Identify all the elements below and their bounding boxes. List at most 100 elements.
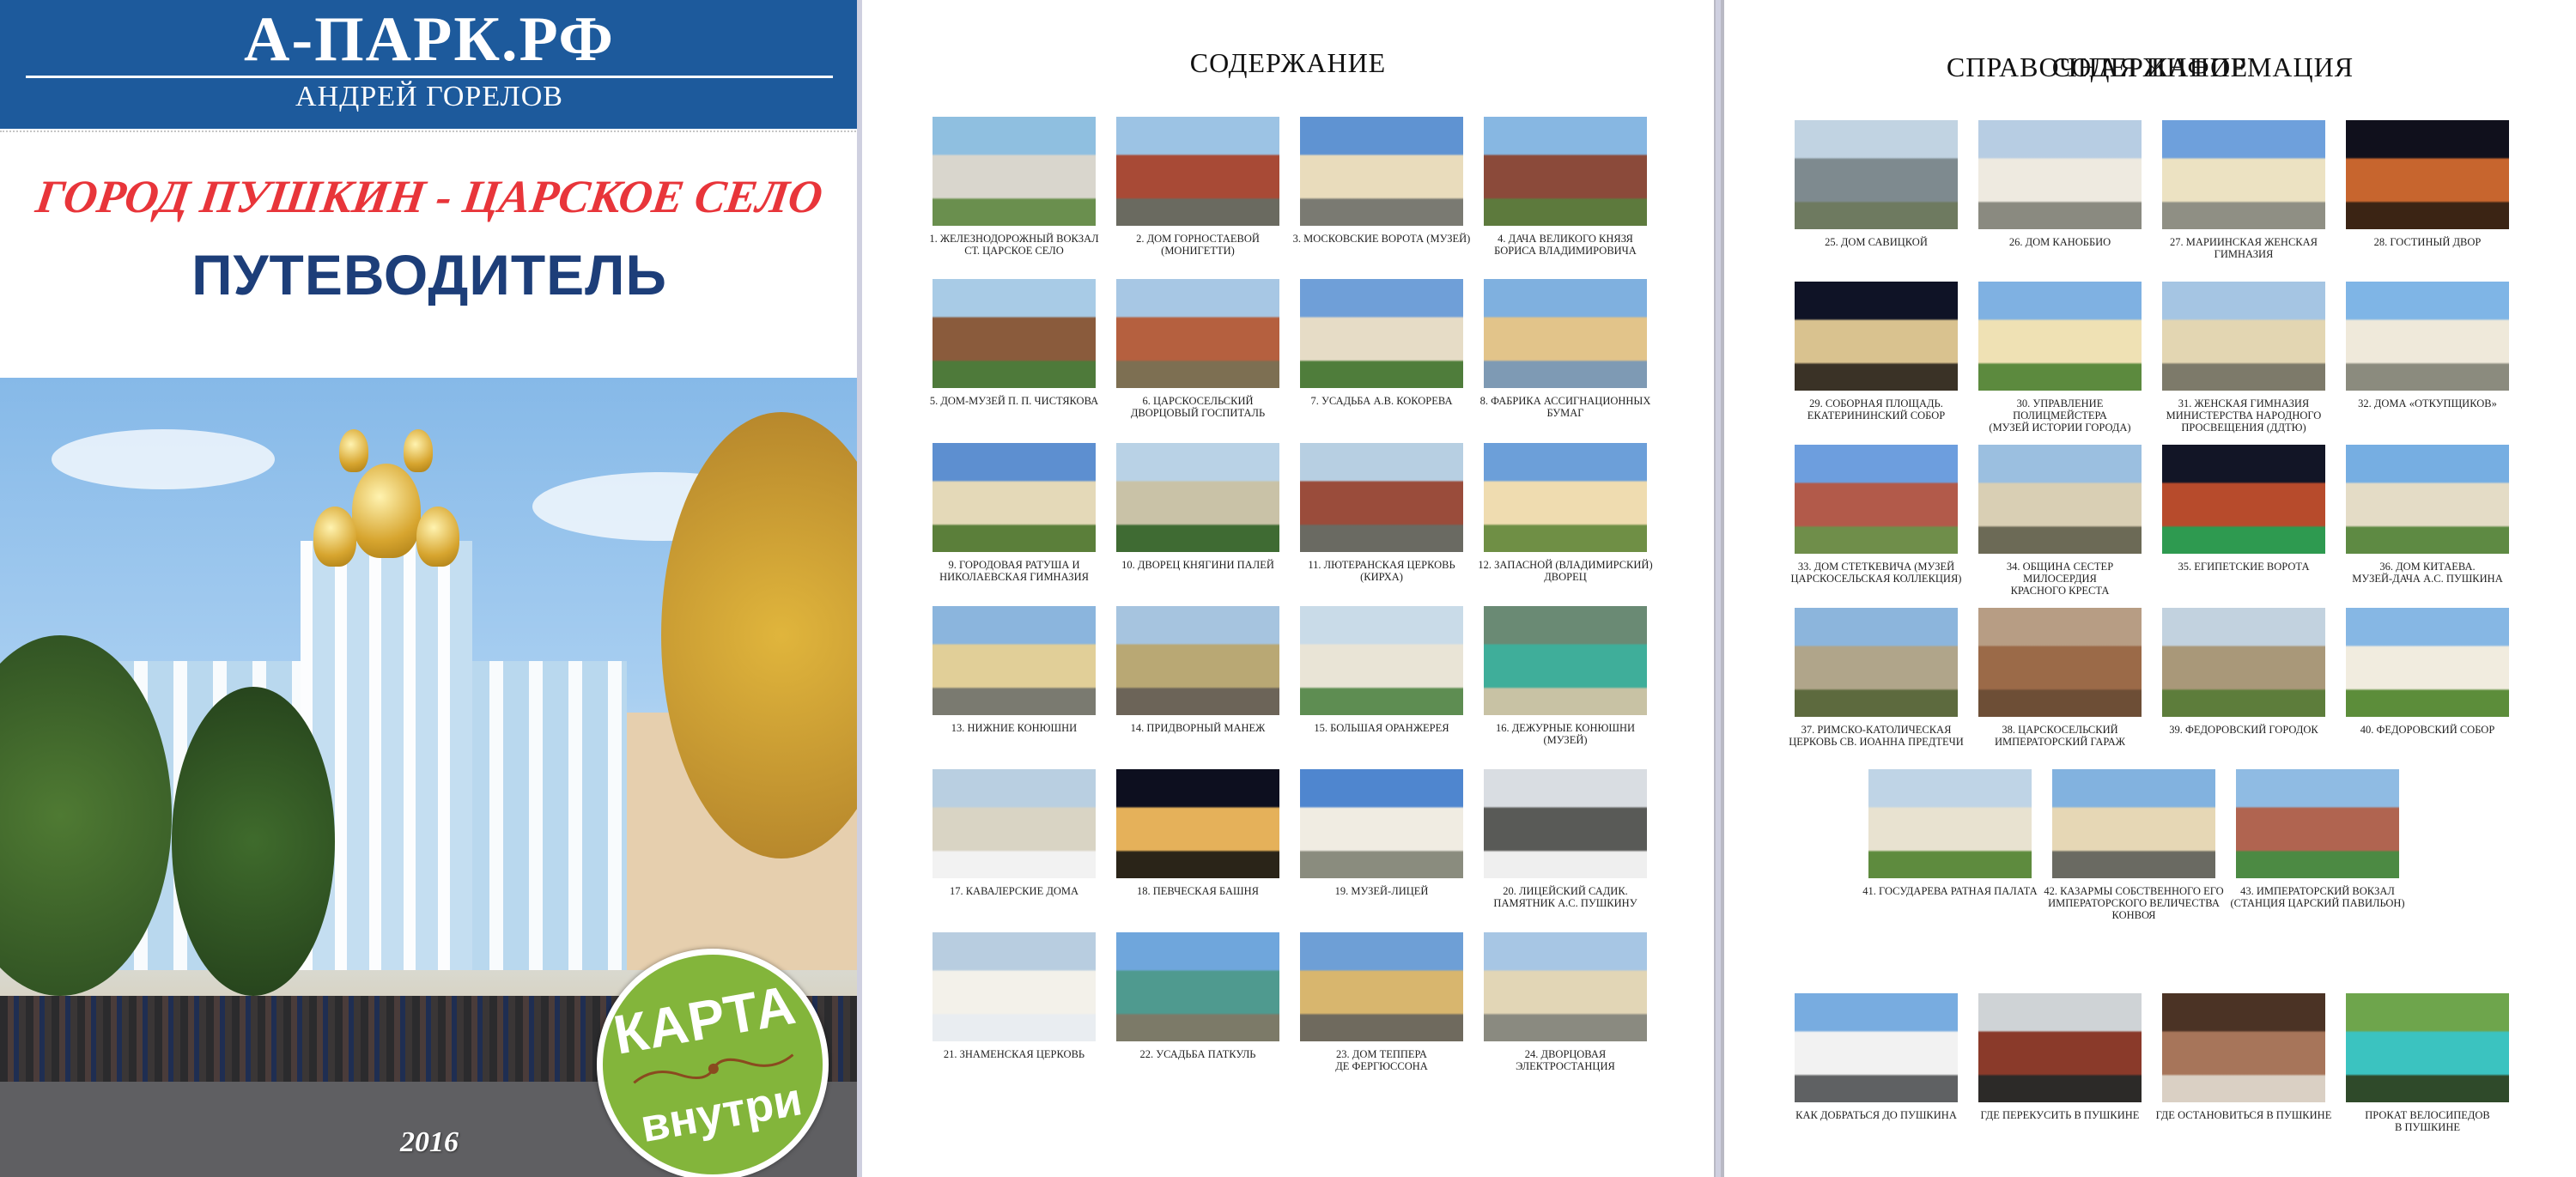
contents-item-caption[interactable]: 1. ЖЕЛЕЗНОДОРОЖНЫЙ ВОКЗАЛ СТ. ЦАРСКОЕ СЕЛ…: [923, 233, 1105, 257]
contents-item-thumbnail[interactable]: [1484, 606, 1647, 715]
contents-item-thumbnail[interactable]: [1978, 282, 2142, 391]
contents-item-thumbnail[interactable]: [1300, 932, 1463, 1041]
contents-item-thumbnail[interactable]: [2346, 608, 2509, 717]
contents-item-caption[interactable]: 8. ФАБРИКА АССИГНАЦИОННЫХ БУМАГ: [1474, 395, 1656, 419]
contents-item-caption[interactable]: 16. ДЕЖУРНЫЕ КОНЮШНИ (МУЗЕЙ): [1474, 722, 1656, 746]
contents-item-thumbnail[interactable]: [1116, 606, 1279, 715]
contents-item-caption[interactable]: ПРОКАТ ВЕЛОСИПЕДОВ В ПУШКИНЕ: [2336, 1109, 2518, 1133]
golden-dome: [352, 464, 421, 558]
contents-item-caption[interactable]: 19. МУЗЕЙ-ЛИЦЕЙ: [1291, 885, 1473, 897]
contents-item-caption[interactable]: 17. КАВАЛЕРСКИЕ ДОМА: [923, 885, 1105, 897]
contents-item-caption[interactable]: 28. ГОСТИНЫЙ ДВОР: [2336, 236, 2518, 248]
contents-item-caption[interactable]: 24. ДВОРЦОВАЯ ЭЛЕКТРОСТАНЦИЯ: [1474, 1048, 1656, 1072]
contents-item-thumbnail[interactable]: [1300, 606, 1463, 715]
contents-item-caption[interactable]: ГДЕ ОСТАНОВИТЬСЯ В ПУШКИНЕ: [2153, 1109, 2335, 1121]
contents-item-caption[interactable]: 37. РИМСКО-КАТОЛИЧЕСКАЯ ЦЕРКОВЬ СВ. ИОАНН…: [1785, 724, 1967, 748]
contents-item-caption[interactable]: 12. ЗАПАСНОЙ (ВЛАДИМИРСКИЙ) ДВОРЕЦ: [1474, 559, 1656, 583]
contents-item-caption[interactable]: 18. ПЕВЧЕСКАЯ БАШНЯ: [1107, 885, 1289, 897]
contents-item-thumbnail[interactable]: [2346, 282, 2509, 391]
contents-item-caption[interactable]: 34. ОБЩИНА СЕСТЕР МИЛОСЕРДИЯ КРАСНОГО КРЕ…: [1969, 561, 2151, 597]
contents-item-thumbnail[interactable]: [1978, 993, 2142, 1102]
contents-item-caption[interactable]: 35. ЕГИПЕТСКИЕ ВОРОТА: [2153, 561, 2335, 573]
contents-item-caption[interactable]: 42. КАЗАРМЫ СОБСТВЕННОГО ЕГО ИМПЕРАТОРСКО…: [2043, 885, 2225, 921]
contents-item-thumbnail[interactable]: [1795, 120, 1958, 229]
contents-item-thumbnail[interactable]: [2052, 769, 2215, 878]
contents-item-thumbnail[interactable]: [933, 769, 1096, 878]
contents-item-thumbnail[interactable]: [1484, 279, 1647, 388]
contents-item-caption[interactable]: ГДЕ ПЕРЕКУСИТЬ В ПУШКИНЕ: [1969, 1109, 2151, 1121]
contents-item-thumbnail[interactable]: [1978, 120, 2142, 229]
contents-item-thumbnail[interactable]: [1978, 445, 2142, 554]
contents-item-thumbnail[interactable]: [933, 443, 1096, 552]
contents-item-thumbnail[interactable]: [2162, 120, 2325, 229]
contents-item-thumbnail[interactable]: [2162, 282, 2325, 391]
contents-item-thumbnail[interactable]: [1795, 608, 1958, 717]
contents-item-thumbnail[interactable]: [2346, 445, 2509, 554]
cloud: [52, 429, 275, 489]
reference-title: СПРАВОЧНАЯ ИНФОРМАЦИЯ: [1946, 52, 2354, 82]
contents-item-caption[interactable]: 36. ДОМ КИТАЕВА. МУЗЕЙ-ДАЧА А.С. ПУШКИНА: [2336, 561, 2518, 585]
contents-item-thumbnail[interactable]: [1484, 443, 1647, 552]
contents-item-caption[interactable]: 4. ДАЧА ВЕЛИКОГО КНЯЗЯ БОРИСА ВЛАДИМИРОВИ…: [1474, 233, 1656, 257]
contents-item-caption[interactable]: 9. ГОРОДОВАЯ РАТУША И НИКОЛАЕВСКАЯ ГИМНАЗ…: [923, 559, 1105, 583]
contents-item-caption[interactable]: 3. МОСКОВСКИЕ ВОРОТА (МУЗЕЙ): [1291, 233, 1473, 245]
contents-item-caption[interactable]: 13. НИЖНИЕ КОНЮШНИ: [923, 722, 1105, 734]
contents-item-thumbnail[interactable]: [1116, 117, 1279, 226]
contents-item-caption[interactable]: КАК ДОБРАТЬСЯ ДО ПУШКИНА: [1785, 1109, 1967, 1121]
contents-item-caption[interactable]: 21. ЗНАМЕНСКАЯ ЦЕРКОВЬ: [923, 1048, 1105, 1060]
contents-item-thumbnail[interactable]: [933, 932, 1096, 1041]
contents-item-thumbnail[interactable]: [1116, 279, 1279, 388]
contents-item-caption[interactable]: 14. ПРИДВОРНЫЙ МАНЕЖ: [1107, 722, 1289, 734]
contents-item-caption[interactable]: 39. ФЕДОРОВСКИЙ ГОРОДОК: [2153, 724, 2335, 736]
contents-item-thumbnail[interactable]: [2346, 120, 2509, 229]
contents-item-thumbnail[interactable]: [1795, 993, 1958, 1102]
contents-item-thumbnail[interactable]: [1300, 443, 1463, 552]
contents-item-caption[interactable]: 25. ДОМ САВИЦКОЙ: [1785, 236, 1967, 248]
contents-item-caption[interactable]: 26. ДОМ КАНОББИО: [1969, 236, 2151, 248]
contents-item-thumbnail[interactable]: [2162, 608, 2325, 717]
contents-item-caption[interactable]: 30. УПРАВЛЕНИЕ ПОЛИЦМЕЙСТЕРА (МУЗЕЙ ИСТОРИ…: [1969, 397, 2151, 434]
contents-item-caption[interactable]: 20. ЛИЦЕЙСКИЙ САДИК. ПАМЯТНИК А.С. ПУШКИН…: [1474, 885, 1656, 909]
contents-item-thumbnail[interactable]: [2162, 445, 2325, 554]
contents-item-thumbnail[interactable]: [1300, 117, 1463, 226]
contents-item-caption[interactable]: 10. ДВОРЕЦ КНЯГИНИ ПАЛЕЙ: [1107, 559, 1289, 571]
contents-item-thumbnail[interactable]: [2346, 993, 2509, 1102]
dotted-divider: [0, 130, 859, 143]
contents-item-caption[interactable]: 33. ДОМ СТЕТКЕВИЧА (МУЗЕЙ ЦАРСКОСЕЛЬСКАЯ …: [1785, 561, 1967, 585]
contents-item-thumbnail[interactable]: [1116, 443, 1279, 552]
contents-item-thumbnail[interactable]: [933, 606, 1096, 715]
contents-item-caption[interactable]: 38. ЦАРСКОСЕЛЬСКИЙ ИМПЕРАТОРСКИЙ ГАРАЖ: [1969, 724, 2151, 748]
contents-item-caption[interactable]: 7. УСАДЬБА А.В. КОКОРЕВА: [1291, 395, 1473, 407]
contents-item-caption[interactable]: 43. ИМПЕРАТОРСКИЙ ВОКЗАЛ (СТАНЦИЯ ЦАРСКИЙ…: [2227, 885, 2409, 909]
contents-item-caption[interactable]: 15. БОЛЬШАЯ ОРАНЖЕРЕЯ: [1291, 722, 1473, 734]
contents-item-thumbnail[interactable]: [1484, 769, 1647, 878]
contents-item-caption[interactable]: 11. ЛЮТЕРАНСКАЯ ЦЕРКОВЬ (КИРХА): [1291, 559, 1473, 583]
contents-item-thumbnail[interactable]: [1978, 608, 2142, 717]
contents-item-caption[interactable]: 41. ГОСУДАРЕВА РАТНАЯ ПАЛАТА: [1859, 885, 2041, 897]
contents-item-thumbnail[interactable]: [1300, 279, 1463, 388]
contents-item-caption[interactable]: 22. УСАДЬБА ПАТКУЛЬ: [1107, 1048, 1289, 1060]
contents-item-caption[interactable]: 5. ДОМ-МУЗЕЙ П. П. ЧИСТЯКОВА: [923, 395, 1105, 407]
contents-item-thumbnail[interactable]: [933, 279, 1096, 388]
author-name: АНДРЕЙ ГОРЕЛОВ: [295, 81, 563, 112]
golden-dome: [313, 507, 356, 567]
contents-item-thumbnail[interactable]: [1795, 282, 1958, 391]
contents-item-thumbnail[interactable]: [1795, 445, 1958, 554]
contents-item-thumbnail[interactable]: [1300, 769, 1463, 878]
contents-item-caption[interactable]: 31. ЖЕНСКАЯ ГИМНАЗИЯ МИНИСТЕРСТВА НАРОДНО…: [2153, 397, 2335, 434]
contents-item-caption[interactable]: 27. МАРИИНСКАЯ ЖЕНСКАЯ ГИМНАЗИЯ: [2153, 236, 2335, 260]
contents-item-caption[interactable]: 23. ДОМ ТЕППЕРА ДЕ ФЕРГЮССОНА: [1291, 1048, 1473, 1072]
contents-item-thumbnail[interactable]: [1484, 117, 1647, 226]
contents-item-caption[interactable]: 6. ЦАРСКОСЕЛЬСКИЙ ДВОРЦОВЫЙ ГОСПИТАЛЬ: [1107, 395, 1289, 419]
contents-item-caption[interactable]: 32. ДОМА «ОТКУПЩИКОВ»: [2336, 397, 2518, 410]
contents-item-thumbnail[interactable]: [1116, 932, 1279, 1041]
contents-item-thumbnail[interactable]: [1484, 932, 1647, 1041]
contents-item-thumbnail[interactable]: [933, 117, 1096, 226]
contents-item-thumbnail[interactable]: [1116, 769, 1279, 878]
contents-item-thumbnail[interactable]: [2236, 769, 2399, 878]
contents-item-caption[interactable]: 29. СОБОРНАЯ ПЛОЩАДЬ. ЕКАТЕРИНИНСКИЙ СОБО…: [1785, 397, 1967, 422]
contents-item-thumbnail[interactable]: [2162, 993, 2325, 1102]
contents-item-caption[interactable]: 2. ДОМ ГОРНОСТАЕВОЙ (МОНИГЕТТИ): [1107, 233, 1289, 257]
contents-item-thumbnail[interactable]: [1868, 769, 2032, 878]
contents-item-caption[interactable]: 40. ФЕДОРОВСКИЙ СОБОР: [2336, 724, 2518, 736]
